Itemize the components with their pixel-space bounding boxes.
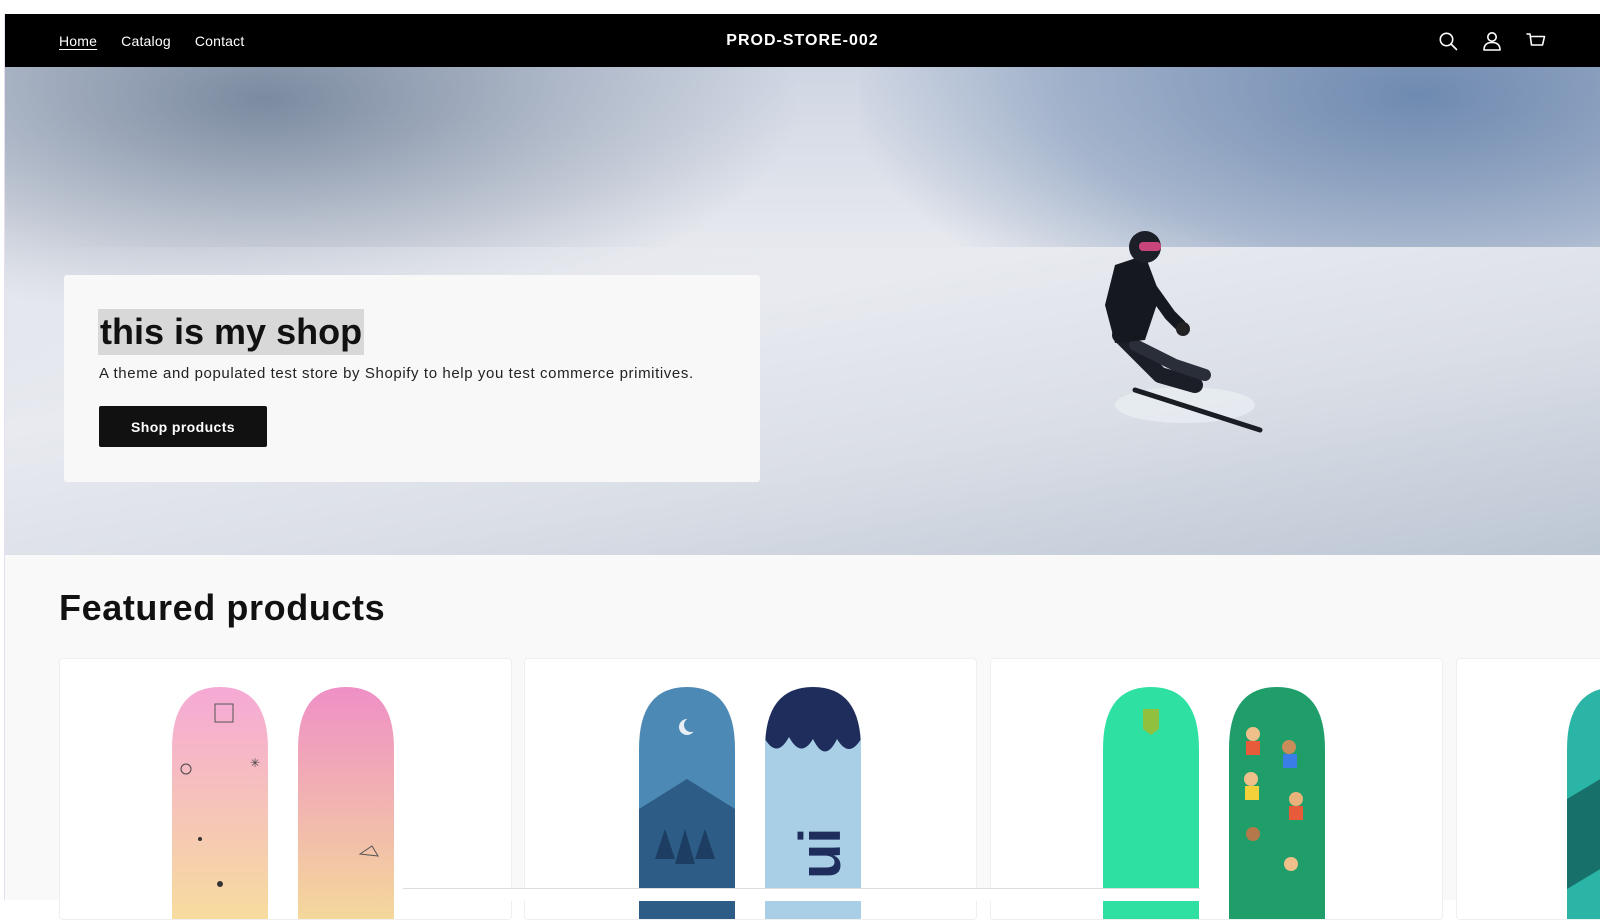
search-icon[interactable] <box>1436 29 1460 53</box>
store-logo[interactable]: PROD-STORE-002 <box>726 32 878 50</box>
hero-card: this is my shop A theme and populated te… <box>64 275 760 482</box>
nav-home[interactable]: Home <box>59 33 97 49</box>
account-icon[interactable] <box>1480 29 1504 53</box>
hero-banner: this is my shop A theme and populated te… <box>5 67 1600 555</box>
nav-contact[interactable]: Contact <box>195 33 245 49</box>
header-icons <box>1436 14 1548 67</box>
site-header: Home Catalog Contact PROD-STORE-002 <box>5 14 1600 67</box>
shop-products-button[interactable]: Shop products <box>99 406 267 447</box>
main-nav: Home Catalog Contact <box>59 14 244 67</box>
nav-catalog[interactable]: Catalog <box>121 33 171 49</box>
hero-title: this is my shop <box>98 309 365 355</box>
hero-subtitle: A theme and populated test store by Shop… <box>99 365 694 382</box>
svg-text:✳: ✳ <box>250 756 260 770</box>
product-card[interactable]: ✳ <box>59 658 512 920</box>
product-card[interactable]: ui <box>524 658 977 920</box>
svg-text:ui: ui <box>788 827 853 879</box>
product-image-pink-snowboards: ✳ <box>172 687 394 919</box>
bottom-overlay-edge <box>403 888 1200 901</box>
featured-title: Featured products <box>59 587 386 628</box>
product-image-blue-snowboards: ui <box>639 687 861 919</box>
product-card[interactable] <box>1456 658 1600 920</box>
cart-icon[interactable] <box>1524 29 1548 53</box>
top-strip <box>0 0 1600 14</box>
product-image-teal-snowboard <box>1567 689 1600 919</box>
product-image-green-snowboards <box>1103 687 1325 919</box>
snowboarder-image <box>1105 231 1263 433</box>
product-card[interactable] <box>990 658 1443 920</box>
featured-products-section: Featured products ✳ ui <box>5 555 1600 920</box>
